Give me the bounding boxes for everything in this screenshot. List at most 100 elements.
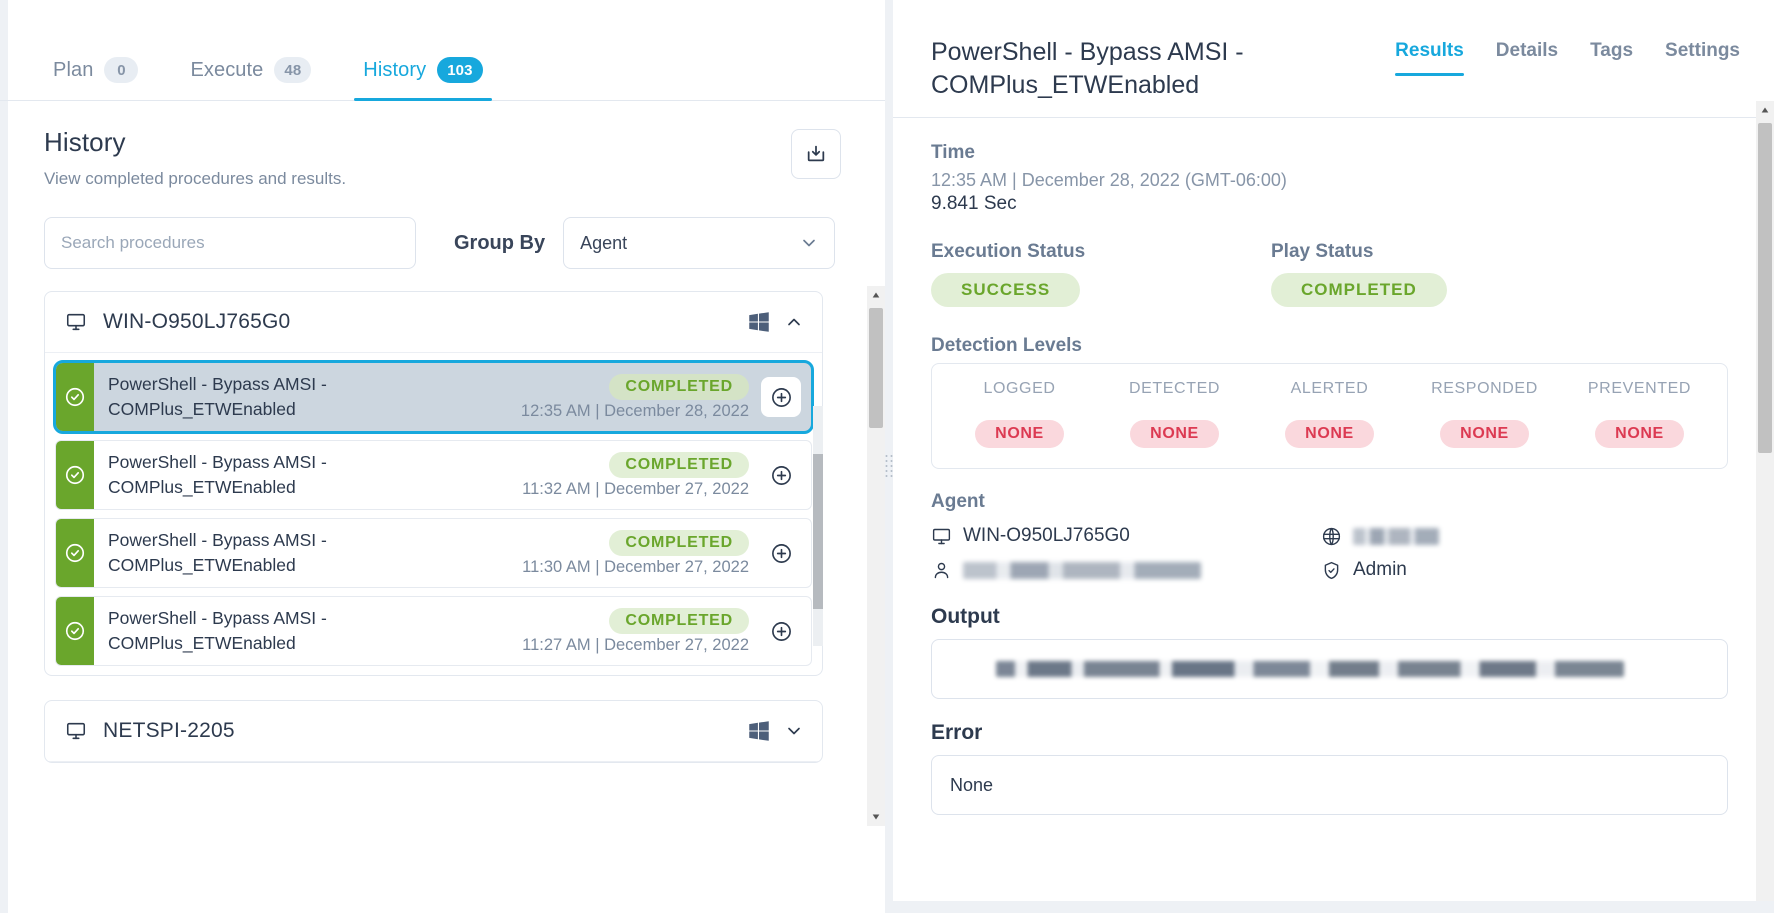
detection-value-badge: NONE — [1440, 420, 1529, 448]
detail-panel-scrollbar[interactable] — [1756, 101, 1774, 913]
agent-network-value-redacted — [1353, 527, 1439, 545]
detection-levels-title: Detection Levels — [931, 335, 1082, 356]
agent-hostname: NETSPI-2205 — [103, 719, 235, 742]
agent-info-grid: WIN-O950LJ765G0 Admin — [931, 519, 1728, 587]
tab-execute[interactable]: Execute 48 — [181, 57, 320, 100]
status-badge: COMPLETED — [609, 529, 749, 556]
procedure-main: PowerShell - Bypass AMSI - COMPlus_ETWEn… — [94, 441, 761, 509]
add-procedure-button[interactable] — [761, 533, 801, 573]
error-value: None — [950, 774, 994, 795]
history-section: History View completed procedures and re… — [0, 101, 885, 913]
procedure-item[interactable]: PowerShell - Bypass AMSI - COMPlus_ETWEn… — [53, 360, 814, 434]
add-procedure-button[interactable] — [761, 377, 801, 417]
monitor-icon — [66, 722, 86, 740]
detection-column-header: DETECTED — [1128, 380, 1221, 397]
tab-plan[interactable]: Plan 0 — [44, 57, 147, 100]
chevron-up-icon[interactable] — [784, 312, 804, 332]
agent-list: WIN-O950LJ765G0 PowerShell - Bypass AMSI… — [44, 291, 841, 913]
procedure-meta: COMPLETED 11:32 AM | December 27, 2022 — [522, 451, 749, 499]
output-value-redacted — [996, 661, 1624, 677]
execution-status-badge: SUCCESS — [931, 273, 1081, 307]
export-button[interactable] — [791, 129, 841, 179]
status-badge: COMPLETED — [609, 451, 749, 478]
procedure-timestamp: 11:27 AM | December 27, 2022 — [522, 635, 749, 654]
main-tabs: Plan 0 Execute 48 History 103 — [0, 0, 885, 101]
agent-card-header[interactable]: NETSPI-2205 — [45, 701, 822, 762]
page-subtitle: View completed procedures and results. — [44, 169, 347, 188]
time-timestamp: 12:35 AM | December 28, 2022 (GMT-06:00) — [931, 170, 1287, 190]
scroll-down-arrow[interactable] — [867, 808, 885, 826]
procedure-main: PowerShell - Bypass AMSI - COMPlus_ETWEn… — [94, 363, 761, 431]
left-panel-scrollbar[interactable] — [867, 286, 885, 826]
left-panel-scroll-thumb[interactable] — [869, 308, 883, 428]
plus-circle-icon — [771, 543, 791, 563]
detection-column-alerted: ALERTED NONE — [1252, 380, 1407, 448]
detection-column-header: ALERTED — [1290, 380, 1369, 397]
group-by-select[interactable]: Agent — [563, 217, 836, 269]
play-status-badge: COMPLETED — [1271, 273, 1447, 307]
shield-check-icon — [1324, 561, 1339, 579]
time-duration: 9.841 Sec — [931, 193, 1017, 214]
group-by-select-wrap: Agent — [563, 217, 836, 269]
tab-tags[interactable]: Tags — [1590, 40, 1633, 76]
tab-settings[interactable]: Settings — [1665, 40, 1740, 76]
agent-section-label: Agent — [931, 491, 985, 512]
tab-results[interactable]: Results — [1395, 40, 1464, 76]
triangle-down-icon — [872, 814, 880, 820]
app-root: Plan 0 Execute 48 History 103 History Vi… — [0, 0, 1774, 913]
detail-scroll-thumb[interactable] — [1758, 123, 1772, 453]
detection-column-logged: LOGGED NONE — [942, 380, 1097, 448]
detection-column-header: LOGGED — [983, 380, 1056, 397]
agent-section: Agent WIN-O950LJ765G0 Admin — [931, 491, 1728, 587]
procedure-main: PowerShell - Bypass AMSI - COMPlus_ETWEn… — [94, 597, 761, 665]
windows-icon — [749, 721, 769, 741]
add-procedure-button[interactable] — [761, 611, 801, 651]
procedure-item[interactable]: PowerShell - Bypass AMSI - COMPlus_ETWEn… — [55, 596, 812, 666]
scroll-up-arrow[interactable] — [867, 286, 885, 304]
procedure-meta: COMPLETED 12:35 AM | December 28, 2022 — [521, 373, 749, 421]
detection-column-responded: RESPONDED NONE — [1407, 380, 1562, 448]
detection-column-header: RESPONDED — [1431, 380, 1538, 397]
detection-column-detected: DETECTED NONE — [1097, 380, 1252, 448]
history-heading-group: History View completed procedures and re… — [44, 127, 346, 189]
tab-execute-label: Execute — [190, 58, 264, 81]
tab-details[interactable]: Details — [1496, 40, 1558, 76]
detail-scroll-up-arrow[interactable] — [1756, 101, 1774, 119]
detail-tabs: Results Details Tags Settings — [1395, 36, 1740, 76]
detection-levels-section: Detection Levels LOGGED NONE DETECTED NO… — [931, 335, 1728, 469]
agent-card-header-right — [746, 718, 804, 744]
panel-divider[interactable] — [885, 0, 893, 913]
procedure-list-scroll-thumb[interactable] — [813, 454, 823, 609]
procedure-list-scrollbar[interactable] — [813, 406, 823, 646]
error-section: Error None — [931, 721, 1728, 815]
bottom-gutter — [893, 901, 1774, 913]
detection-column-prevented: PREVENTED NONE — [1562, 380, 1717, 448]
agent-card: WIN-O950LJ765G0 PowerShell - Bypass AMSI… — [44, 291, 823, 676]
procedure-item[interactable]: PowerShell - Bypass AMSI - COMPlus_ETWEn… — [55, 518, 812, 588]
monitor-icon — [932, 528, 951, 544]
left-gutter — [0, 0, 8, 913]
plus-circle-icon — [771, 387, 791, 407]
detection-column-header: PREVENTED — [1587, 380, 1692, 397]
tab-history-label: History — [363, 58, 427, 81]
procedure-title: PowerShell - Bypass AMSI - COMPlus_ETWEn… — [108, 607, 327, 653]
procedure-item[interactable]: PowerShell - Bypass AMSI - COMPlus_ETWEn… — [55, 440, 812, 510]
check-circle-icon — [65, 543, 85, 563]
tab-history[interactable]: History 103 — [354, 57, 492, 101]
procedure-timestamp: 11:30 AM | December 27, 2022 — [522, 557, 749, 576]
plus-circle-icon — [771, 465, 791, 485]
detection-value-badge: NONE — [1595, 420, 1684, 448]
procedure-status-bar — [56, 519, 94, 587]
time-section: Time 12:35 AM | December 28, 2022 (GMT-0… — [931, 142, 1728, 215]
triangle-up-icon — [872, 292, 880, 298]
agent-card-header[interactable]: WIN-O950LJ765G0 — [45, 292, 822, 353]
agent-network-row — [1321, 519, 1711, 553]
chevron-down-icon[interactable] — [784, 721, 804, 741]
group-by-value: Agent — [580, 232, 628, 253]
agent-hostname-value: WIN-O950LJ765G0 — [963, 525, 1130, 546]
add-procedure-button[interactable] — [761, 455, 801, 495]
search-input[interactable] — [44, 217, 416, 269]
procedure-meta: COMPLETED 11:27 AM | December 27, 2022 — [522, 607, 749, 655]
procedure-list: PowerShell - Bypass AMSI - COMPlus_ETWEn… — [45, 353, 822, 675]
execution-status-block: Execution Status SUCCESS — [931, 241, 1271, 307]
